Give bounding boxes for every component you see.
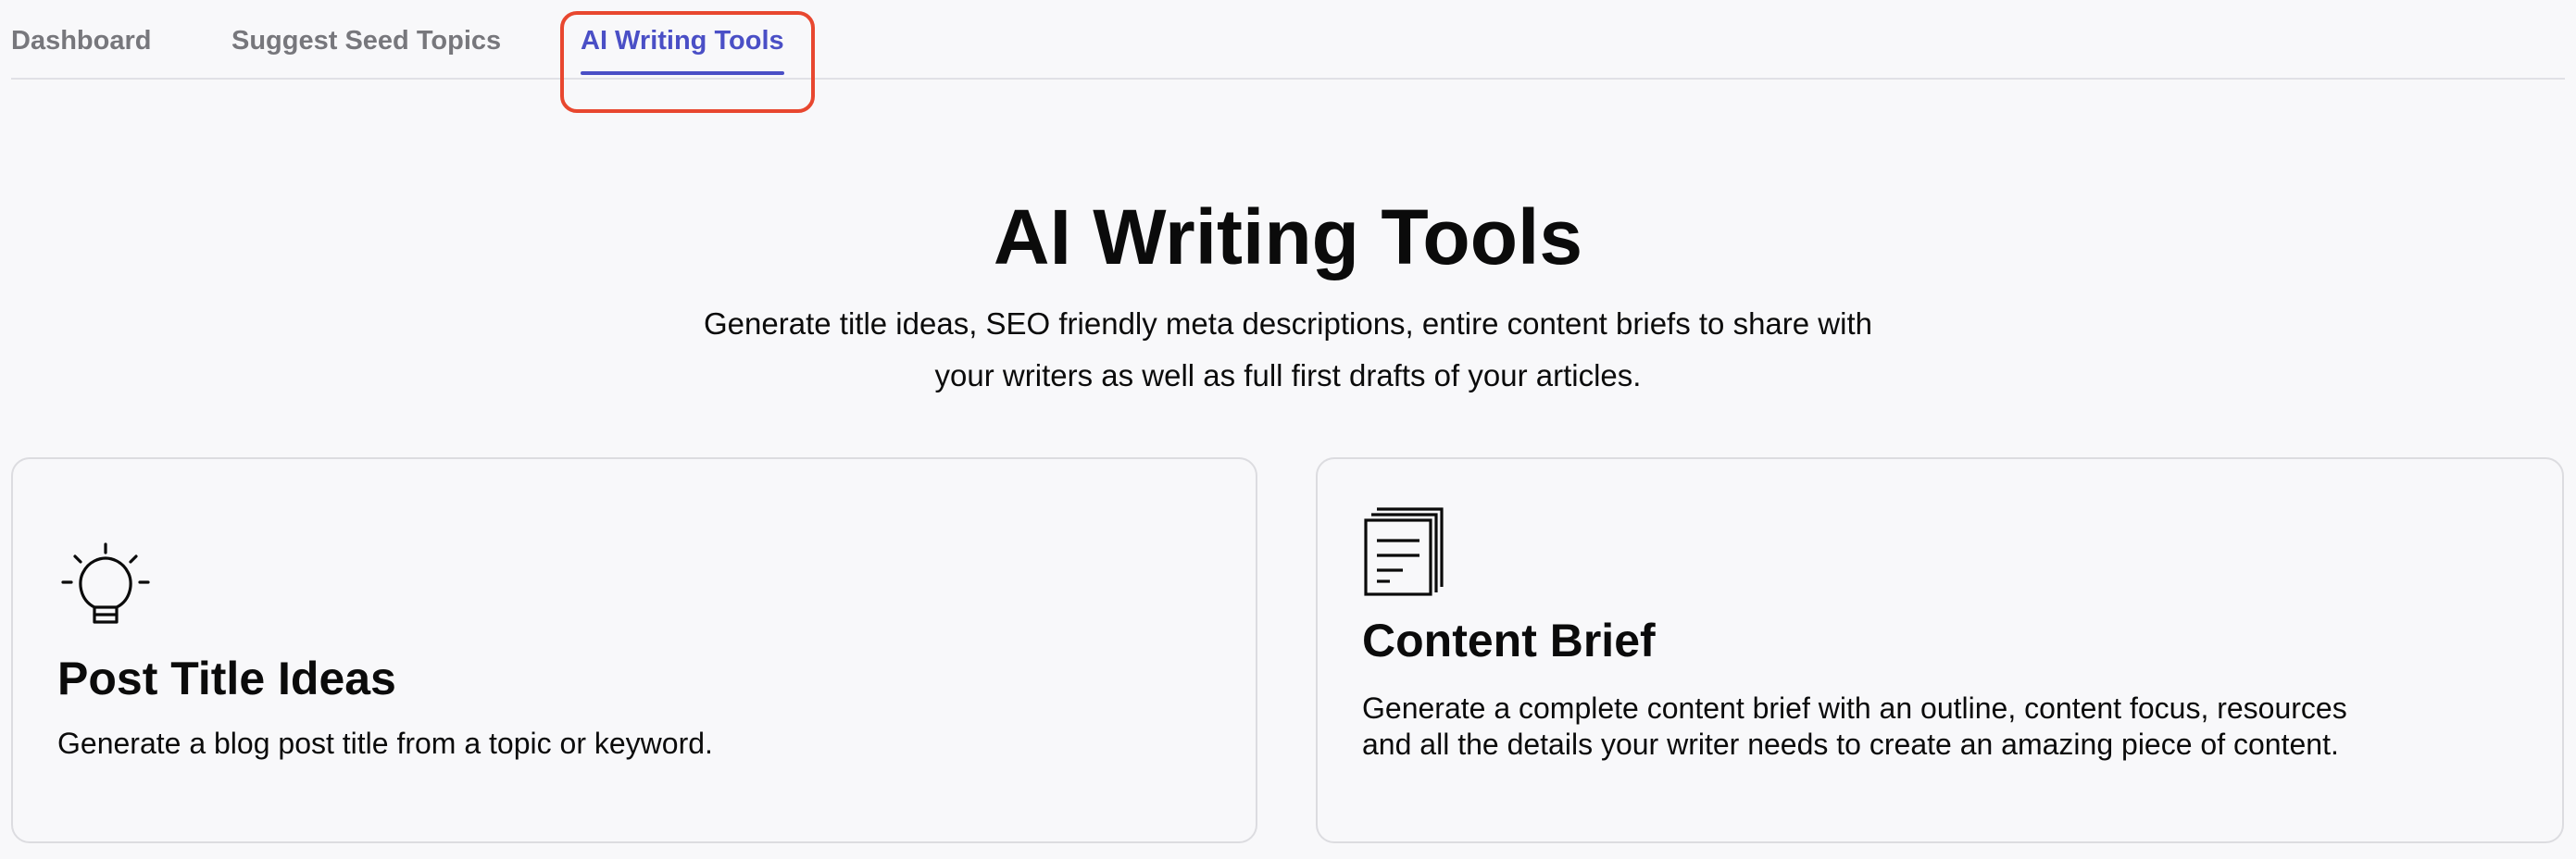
tab-ai-writing-tools[interactable]: AI Writing Tools xyxy=(581,26,784,75)
card-title: Content Brief xyxy=(1362,615,1656,666)
page-title: AI Writing Tools xyxy=(993,193,1583,280)
content-brief-card[interactable]: Content Brief Generate a complete conten… xyxy=(1316,457,2564,843)
tab-dashboard[interactable]: Dashboard xyxy=(11,26,151,56)
card-description: Generate a complete content brief with a… xyxy=(1362,691,2347,761)
post-title-ideas-card[interactable]: Post Title Ideas Generate a blog post ti… xyxy=(11,457,1257,843)
tab-bar: Dashboard Suggest Seed Topics AI Writing… xyxy=(11,0,2565,80)
card-description: Generate a blog post title from a topic … xyxy=(57,727,713,760)
page-subtitle: Generate title ideas, SEO friendly meta … xyxy=(704,306,1872,392)
card-title: Post Title Ideas xyxy=(57,653,396,704)
tab-suggest-seed-topics[interactable]: Suggest Seed Topics xyxy=(231,26,501,56)
lightbulb-icon xyxy=(59,541,152,633)
document-icon xyxy=(1362,505,1445,598)
